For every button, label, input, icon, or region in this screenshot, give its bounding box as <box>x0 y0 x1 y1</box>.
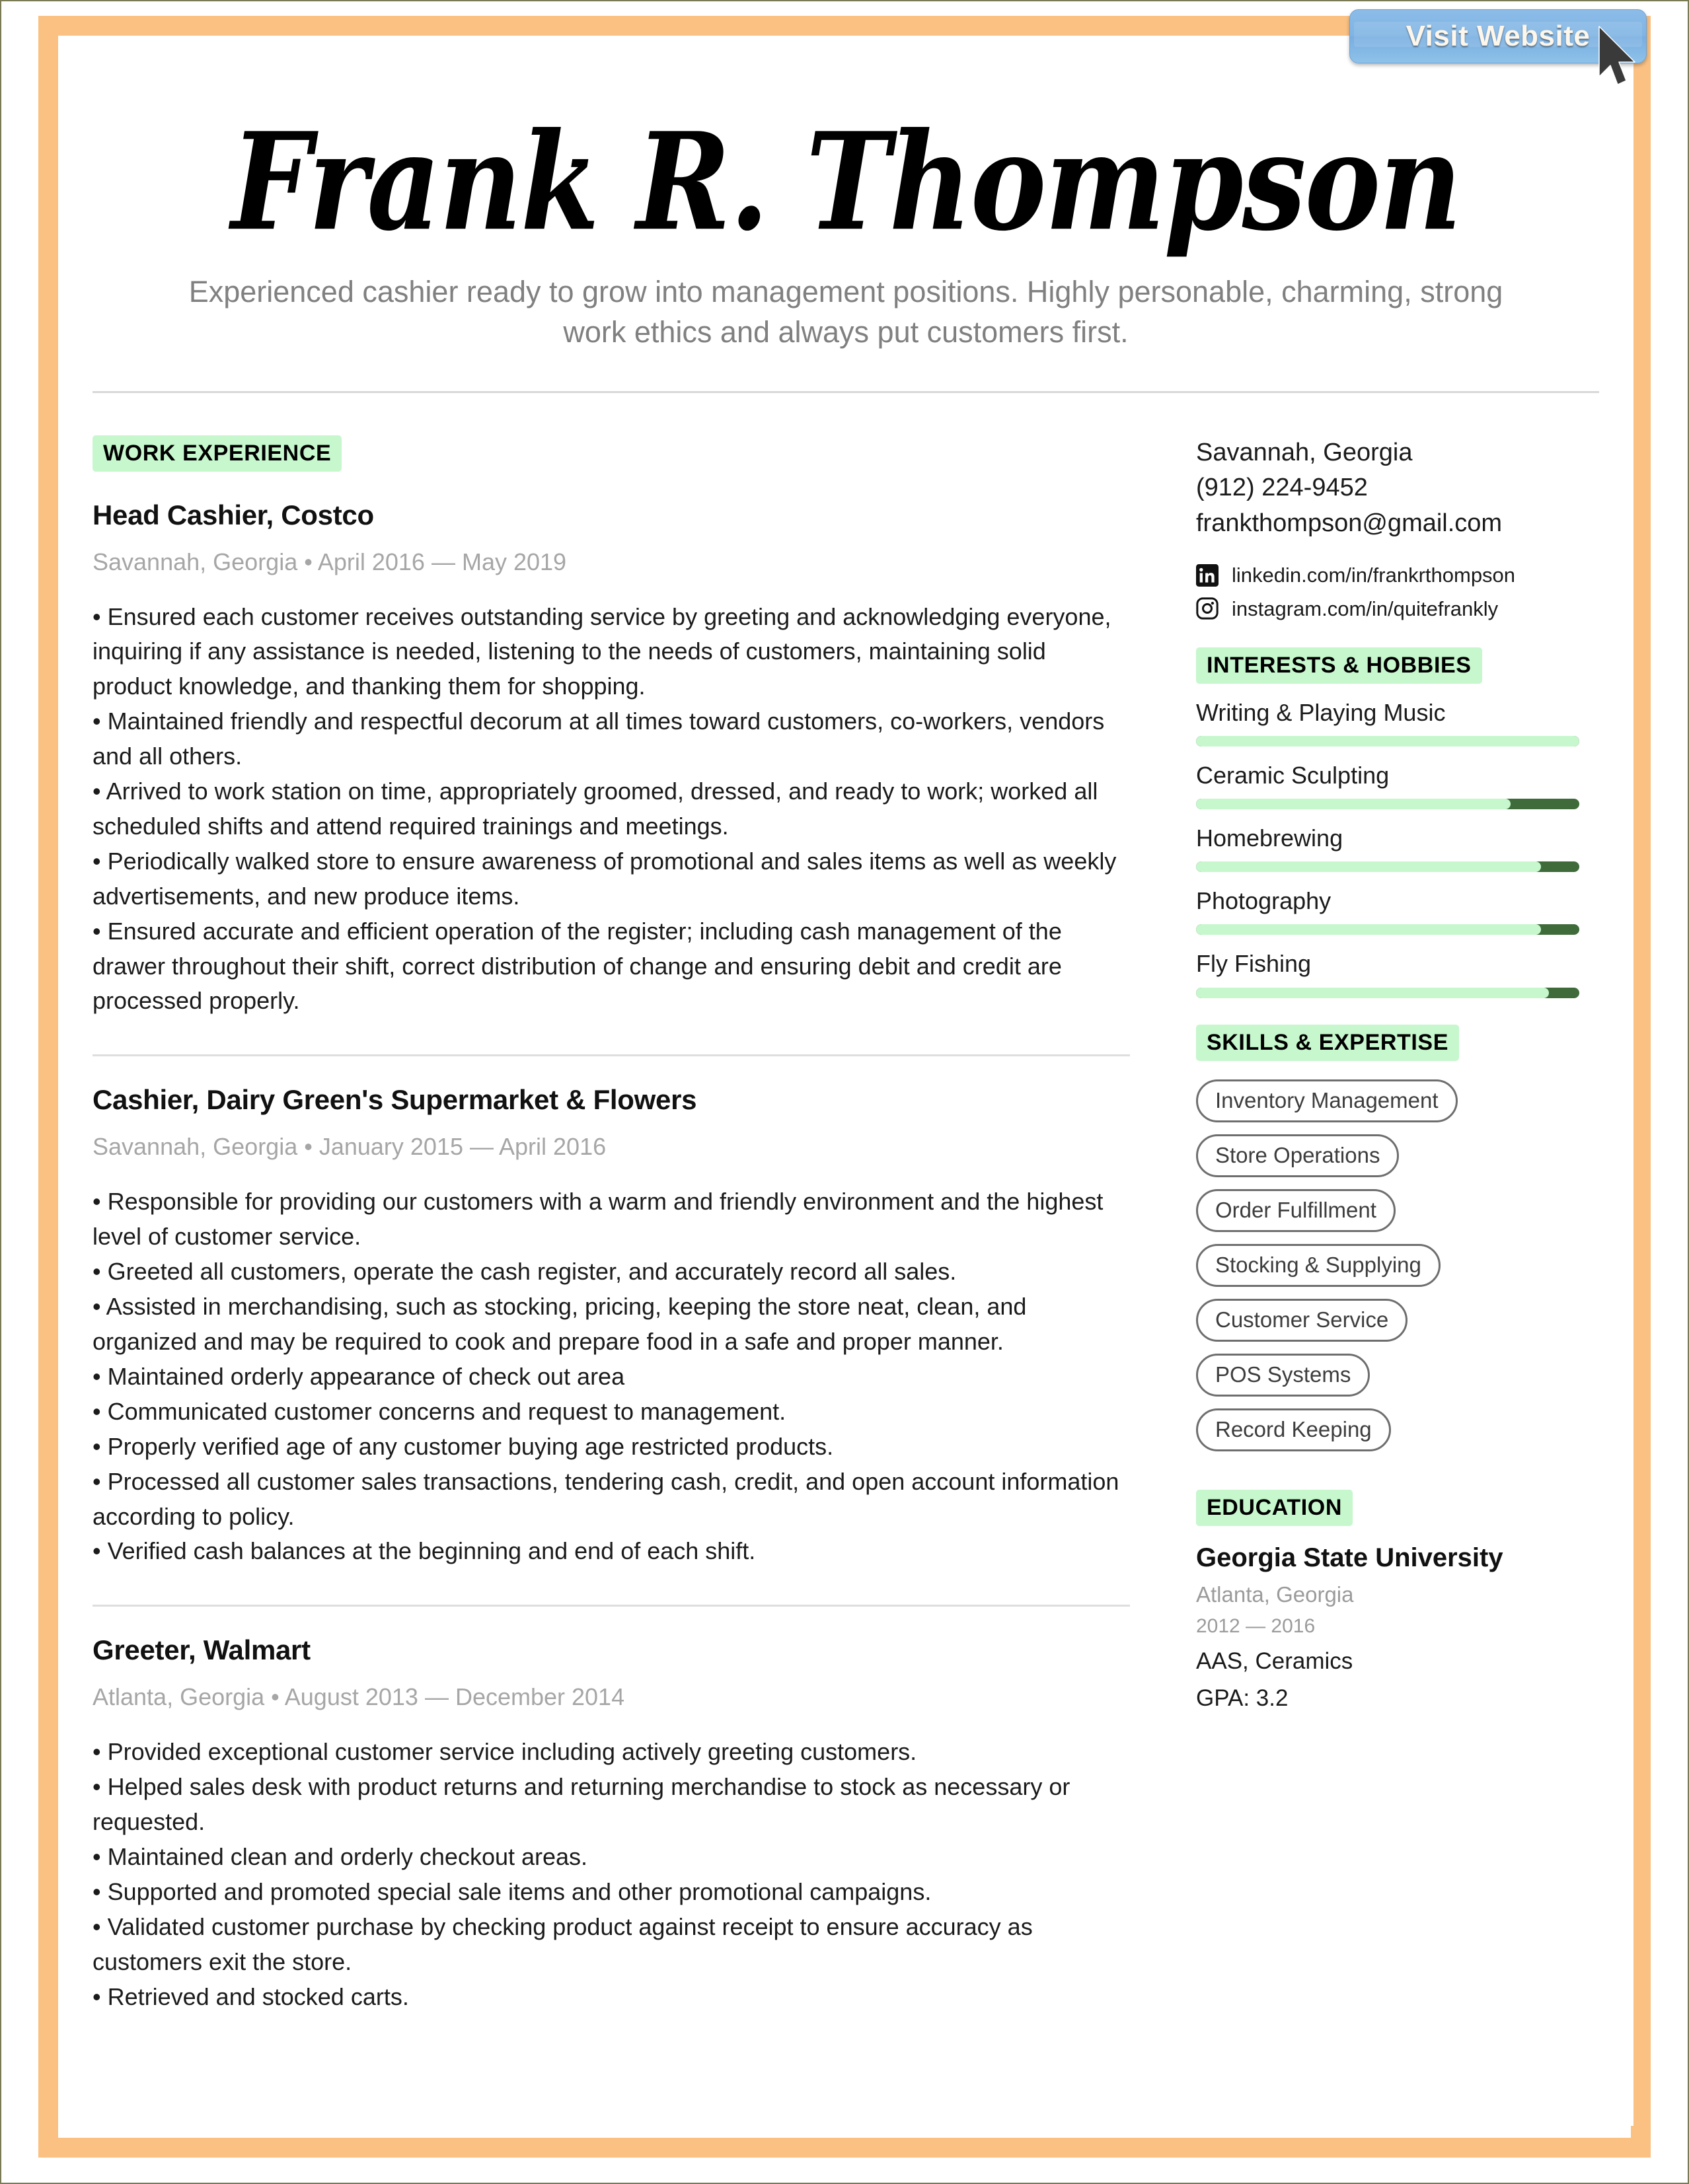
skill-pill: Inventory Management <box>1196 1079 1458 1122</box>
job-title: Cashier, Dairy Green's Supermarket & Flo… <box>93 1084 697 1116</box>
social-link-instagram[interactable]: instagram.com/in/quitefrankly <box>1196 597 1579 621</box>
skill-pill: Store Operations <box>1196 1134 1400 1177</box>
job-bullet: • Verified cash balances at the beginnin… <box>93 1537 756 1565</box>
hobby-level-fill <box>1196 924 1541 935</box>
job-meta: Savannah, Georgia • January 2015 — April… <box>93 1133 607 1161</box>
job-title: Head Cashier, Costco <box>93 499 374 530</box>
skills-section: SKILLS & EXPERTISE Inventory Management … <box>1196 1024 1579 1451</box>
hobby-level-fill <box>1196 735 1579 746</box>
sidebar-column: Savannah, Georgia (912) 224-9452 frankth… <box>1196 435 1579 1712</box>
resume-tagline: Experienced cashier ready to grow into m… <box>188 275 1503 349</box>
education-degree: AAS, Ceramics <box>1196 1648 1353 1674</box>
skill-pill-list: Inventory Management Store Operations Or… <box>1196 1068 1579 1451</box>
contact-email[interactable]: frankthompson@gmail.com <box>1196 506 1579 542</box>
job-bullets: • Ensured each customer receives outstan… <box>93 600 1130 1019</box>
visit-website-label: Visit Website <box>1406 20 1591 52</box>
header-divider <box>93 390 1599 393</box>
job-bullet: • Maintained clean and orderly checkout … <box>93 1843 588 1871</box>
hobby-label: Fly Fishing <box>1196 950 1312 978</box>
job-bullet: • Maintained orderly appearance of check… <box>93 1362 625 1390</box>
job-bullet: • Properly verified age of any customer … <box>93 1432 834 1460</box>
job-bullet: • Provided exceptional customer service … <box>93 1738 917 1766</box>
job-bullet: • Validated customer purchase by checkin… <box>93 1912 1033 1975</box>
hobby-level-bar <box>1196 799 1579 810</box>
education-section: EDUCATION Georgia State University Atlan… <box>1196 1489 1579 1712</box>
education-location: Atlanta, Georgia <box>1196 1582 1354 1607</box>
contact-phone[interactable]: (912) 224-9452 <box>1196 470 1579 506</box>
mouse-pointer-icon <box>1598 26 1635 85</box>
job-title: Greeter, Walmart <box>93 1634 311 1666</box>
section-label-interests: INTERESTS & HOBBIES <box>1196 647 1482 684</box>
job-entry: Cashier, Dairy Green's Supermarket & Flo… <box>93 1084 1130 1569</box>
section-label-skills: SKILLS & EXPERTISE <box>1196 1024 1459 1061</box>
hobby-item: Photography <box>1196 887 1579 935</box>
section-label-work-experience: WORK EXPERIENCE <box>93 435 342 472</box>
instagram-icon <box>1196 597 1219 620</box>
skill-pill: Order Fulfillment <box>1196 1188 1396 1232</box>
education-school: Georgia State University <box>1196 1543 1503 1572</box>
hobby-level-bar <box>1196 861 1579 873</box>
education-years: 2012 — 2016 <box>1196 1615 1316 1637</box>
job-bullet: • Communicated customer concerns and req… <box>93 1397 786 1425</box>
hobby-label: Homebrewing <box>1196 824 1343 852</box>
hobby-level-fill <box>1196 799 1511 810</box>
hobby-label: Ceramic Sculpting <box>1196 761 1390 789</box>
hobby-item: Writing & Playing Music <box>1196 698 1579 746</box>
resume-columns: WORK EXPERIENCE Head Cashier, Costco Sav… <box>93 435 1599 2015</box>
hobby-level-fill <box>1196 861 1541 873</box>
job-bullet: • Responsible for providing our customer… <box>93 1188 1104 1251</box>
job-meta: Atlanta, Georgia • August 2013 — Decembe… <box>93 1683 625 1711</box>
main-column: WORK EXPERIENCE Head Cashier, Costco Sav… <box>93 435 1156 2015</box>
job-meta: Savannah, Georgia • April 2016 — May 201… <box>93 548 567 575</box>
hobby-level-bar <box>1196 987 1579 998</box>
skill-pill: POS Systems <box>1196 1353 1370 1397</box>
job-bullet: • Maintained friendly and respectful dec… <box>93 708 1105 770</box>
hobby-item: Ceramic Sculpting <box>1196 761 1579 810</box>
job-bullets: • Provided exceptional customer service … <box>93 1735 1130 2014</box>
job-entry: Head Cashier, Costco Savannah, Georgia •… <box>93 499 1130 1019</box>
job-bullets: • Responsible for providing our customer… <box>93 1184 1130 1569</box>
resume-document: Frank R. Thompson Experienced cashier re… <box>58 36 1633 2126</box>
job-divider <box>93 1054 1130 1057</box>
job-divider <box>93 1605 1130 1607</box>
job-bullet: • Greeted all customers, operate the cas… <box>93 1258 957 1286</box>
hobby-level-bar <box>1196 924 1579 935</box>
social-handle: linkedin.com/in/frankrthompson <box>1232 564 1516 587</box>
hobby-level-bar <box>1196 735 1579 746</box>
section-label-education: EDUCATION <box>1196 1489 1353 1526</box>
job-bullet: • Ensured accurate and efficient operati… <box>93 917 1062 1015</box>
social-handle: instagram.com/in/quitefrankly <box>1232 597 1499 620</box>
hobby-label: Writing & Playing Music <box>1196 698 1446 726</box>
job-bullet: • Supported and promoted special sale it… <box>93 1877 932 1905</box>
page-title: Frank R. Thompson <box>231 102 1462 261</box>
social-link-linkedin[interactable]: linkedin.com/in/frankrthompson <box>1196 563 1579 587</box>
job-bullet: • Periodically walked store to ensure aw… <box>93 847 1117 910</box>
job-bullet: • Arrived to work station on time, appro… <box>93 778 1098 840</box>
job-bullet: • Assisted in merchandising, such as sto… <box>93 1293 1027 1355</box>
skill-pill: Stocking & Supplying <box>1196 1243 1441 1287</box>
hobby-label: Photography <box>1196 887 1332 915</box>
hobby-level-fill <box>1196 987 1549 998</box>
hobby-item: Fly Fishing <box>1196 949 1579 998</box>
skill-pill: Record Keeping <box>1196 1408 1391 1451</box>
interests-section: INTERESTS & HOBBIES Writing & Playing Mu… <box>1196 647 1579 998</box>
resume-page: Frank R. Thompson Experienced cashier re… <box>0 0 1689 2184</box>
job-bullet: • Retrieved and stocked carts. <box>93 1983 409 2010</box>
skill-pill: Customer Service <box>1196 1298 1408 1342</box>
social-links: linkedin.com/in/frankrthompson instagram… <box>1196 563 1579 620</box>
job-entry: Greeter, Walmart Atlanta, Georgia • Augu… <box>93 1634 1130 2014</box>
hobby-item: Homebrewing <box>1196 824 1579 873</box>
job-bullet: • Processed all customer sales transacti… <box>93 1467 1119 1530</box>
job-bullet: • Helped sales desk with product returns… <box>93 1773 1070 1836</box>
education-gpa: GPA: 3.2 <box>1196 1685 1289 1711</box>
contact-location: Savannah, Georgia <box>1196 438 1413 466</box>
linkedin-icon <box>1196 564 1219 587</box>
job-bullet: • Ensured each customer receives outstan… <box>93 602 1111 700</box>
